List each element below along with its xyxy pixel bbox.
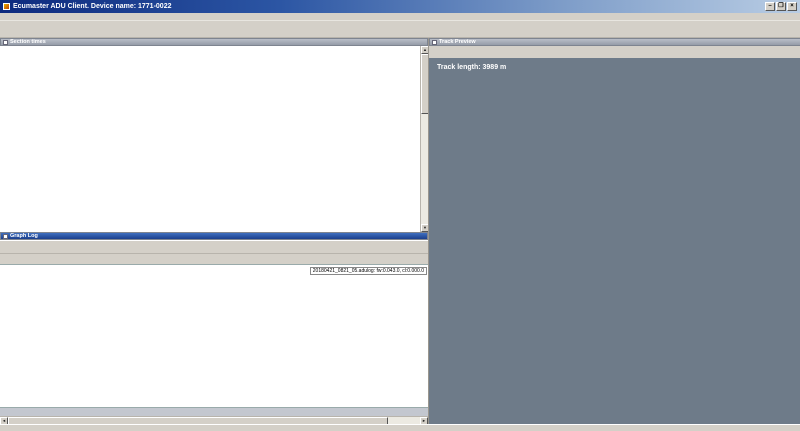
graph-plot-area[interactable]: 20180421_0821_05.adulog: fw:0.043.0, cl:… <box>0 264 428 407</box>
graph-log-title: Graph Log <box>10 233 38 239</box>
panel-icon <box>432 40 437 45</box>
section-times-header[interactable]: Section times <box>0 38 428 46</box>
ecumaster-adu-client-window: Ecumaster ADU Client. Device name: 1771-… <box>0 0 800 431</box>
panel-icon <box>3 40 8 45</box>
track-preview-title: Track Preview <box>439 39 476 45</box>
menu-bar <box>0 13 800 21</box>
restore-button[interactable]: ❐ <box>776 2 786 11</box>
main-toolbar <box>0 21 800 30</box>
graph-horizontal-scrollbar[interactable]: ◄ ► <box>0 416 428 424</box>
left-column: Section times ▲ ▼ Graph Log 20180421_082… <box>0 38 428 424</box>
graph-toolbar <box>0 241 428 254</box>
app-icon <box>3 3 10 10</box>
section-times-title: Section times <box>10 39 46 45</box>
table-vertical-scrollbar[interactable]: ▲ ▼ <box>420 46 428 232</box>
close-button[interactable]: × <box>787 2 797 11</box>
track-toolbar <box>429 46 800 58</box>
window-title: Ecumaster ADU Client. Device name: 1771-… <box>13 3 171 10</box>
main-tab-strip <box>0 30 800 38</box>
track-map[interactable]: Track length: 3989 m <box>429 58 800 424</box>
table-filler <box>0 222 420 232</box>
log-file-label: 20180421_0821_05.adulog: fw:0.043.0, cl:… <box>310 267 427 275</box>
graph-tab-strip <box>0 254 428 264</box>
title-bar: Ecumaster ADU Client. Device name: 1771-… <box>0 0 800 13</box>
track-length-label: Track length: 3989 m <box>437 64 506 71</box>
graph-log-header[interactable]: Graph Log <box>0 232 428 240</box>
track-preview-header[interactable]: Track Preview <box>429 38 800 46</box>
minimize-button[interactable]: – <box>765 2 775 11</box>
panel-icon <box>3 234 8 239</box>
track-preview-panel: Track Preview Track length: 3989 m <box>428 38 800 424</box>
time-axis <box>0 407 428 416</box>
status-bar <box>0 424 800 431</box>
